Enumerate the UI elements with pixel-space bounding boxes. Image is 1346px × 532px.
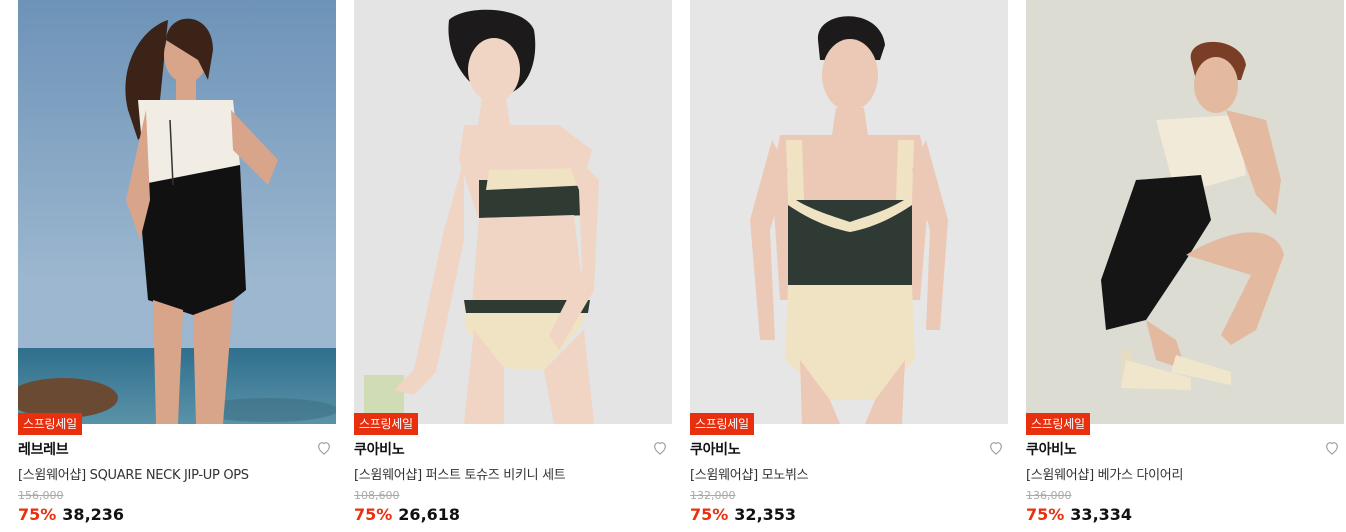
original-price: 108,600 (354, 489, 400, 502)
heart-outline-icon[interactable] (316, 440, 332, 456)
heart-outline-icon[interactable] (652, 440, 668, 456)
sale-price: 33,334 (1070, 505, 1133, 524)
price-line: 75% 26,618 (354, 505, 460, 524)
sale-price: 38,236 (62, 505, 125, 524)
sale-badge: 스프링세일 (354, 413, 418, 435)
product-image[interactable] (690, 0, 1008, 424)
product-card[interactable]: 스프링세일 쿠아비노 [스윔웨어샵] 베가스 다이어리 136,000 75% 3… (1026, 0, 1344, 532)
product-card[interactable]: 스프링세일 레브레브 [스윔웨어샵] SQUARE NECK JIP-UP OP… (18, 0, 336, 532)
original-price: 136,000 (1026, 489, 1072, 502)
original-price: 156,000 (18, 489, 64, 502)
discount-rate: 75% (354, 505, 393, 524)
product-image[interactable] (18, 0, 336, 424)
price-line: 75% 32,353 (690, 505, 796, 524)
price-line: 75% 33,334 (1026, 505, 1132, 524)
heart-outline-icon[interactable] (1324, 440, 1340, 456)
product-card[interactable]: 스프링세일 쿠아비노 [스윔웨어샵] 퍼스트 토슈즈 비키니 세트 108,60… (354, 0, 672, 532)
discount-rate: 75% (690, 505, 729, 524)
product-image[interactable] (1026, 0, 1344, 424)
discount-rate: 75% (1026, 505, 1065, 524)
product-name[interactable]: [스윔웨어샵] 퍼스트 토슈즈 비키니 세트 (354, 464, 654, 483)
product-grid: 스프링세일 레브레브 [스윔웨어샵] SQUARE NECK JIP-UP OP… (0, 0, 1346, 532)
product-image[interactable] (354, 0, 672, 424)
discount-rate: 75% (18, 505, 57, 524)
product-name[interactable]: [스윔웨어샵] 모노뷔스 (690, 464, 990, 483)
sale-badge: 스프링세일 (690, 413, 754, 435)
brand-name[interactable]: 쿠아비노 (1026, 439, 1077, 459)
sale-badge: 스프링세일 (1026, 413, 1090, 435)
original-price: 132,000 (690, 489, 736, 502)
product-name[interactable]: [스윔웨어샵] 베가스 다이어리 (1026, 464, 1326, 483)
sale-price: 32,353 (734, 505, 797, 524)
product-card[interactable]: 스프링세일 쿠아비노 [스윔웨어샵] 모노뷔스 132,000 75% 32,35… (690, 0, 1008, 532)
product-name[interactable]: [스윔웨어샵] SQUARE NECK JIP-UP OPS (18, 464, 318, 483)
brand-name[interactable]: 쿠아비노 (690, 439, 741, 459)
sale-badge: 스프링세일 (18, 413, 82, 435)
heart-outline-icon[interactable] (988, 440, 1004, 456)
price-line: 75% 38,236 (18, 505, 124, 524)
brand-name[interactable]: 쿠아비노 (354, 439, 405, 459)
brand-name[interactable]: 레브레브 (18, 439, 69, 459)
sale-price: 26,618 (398, 505, 461, 524)
